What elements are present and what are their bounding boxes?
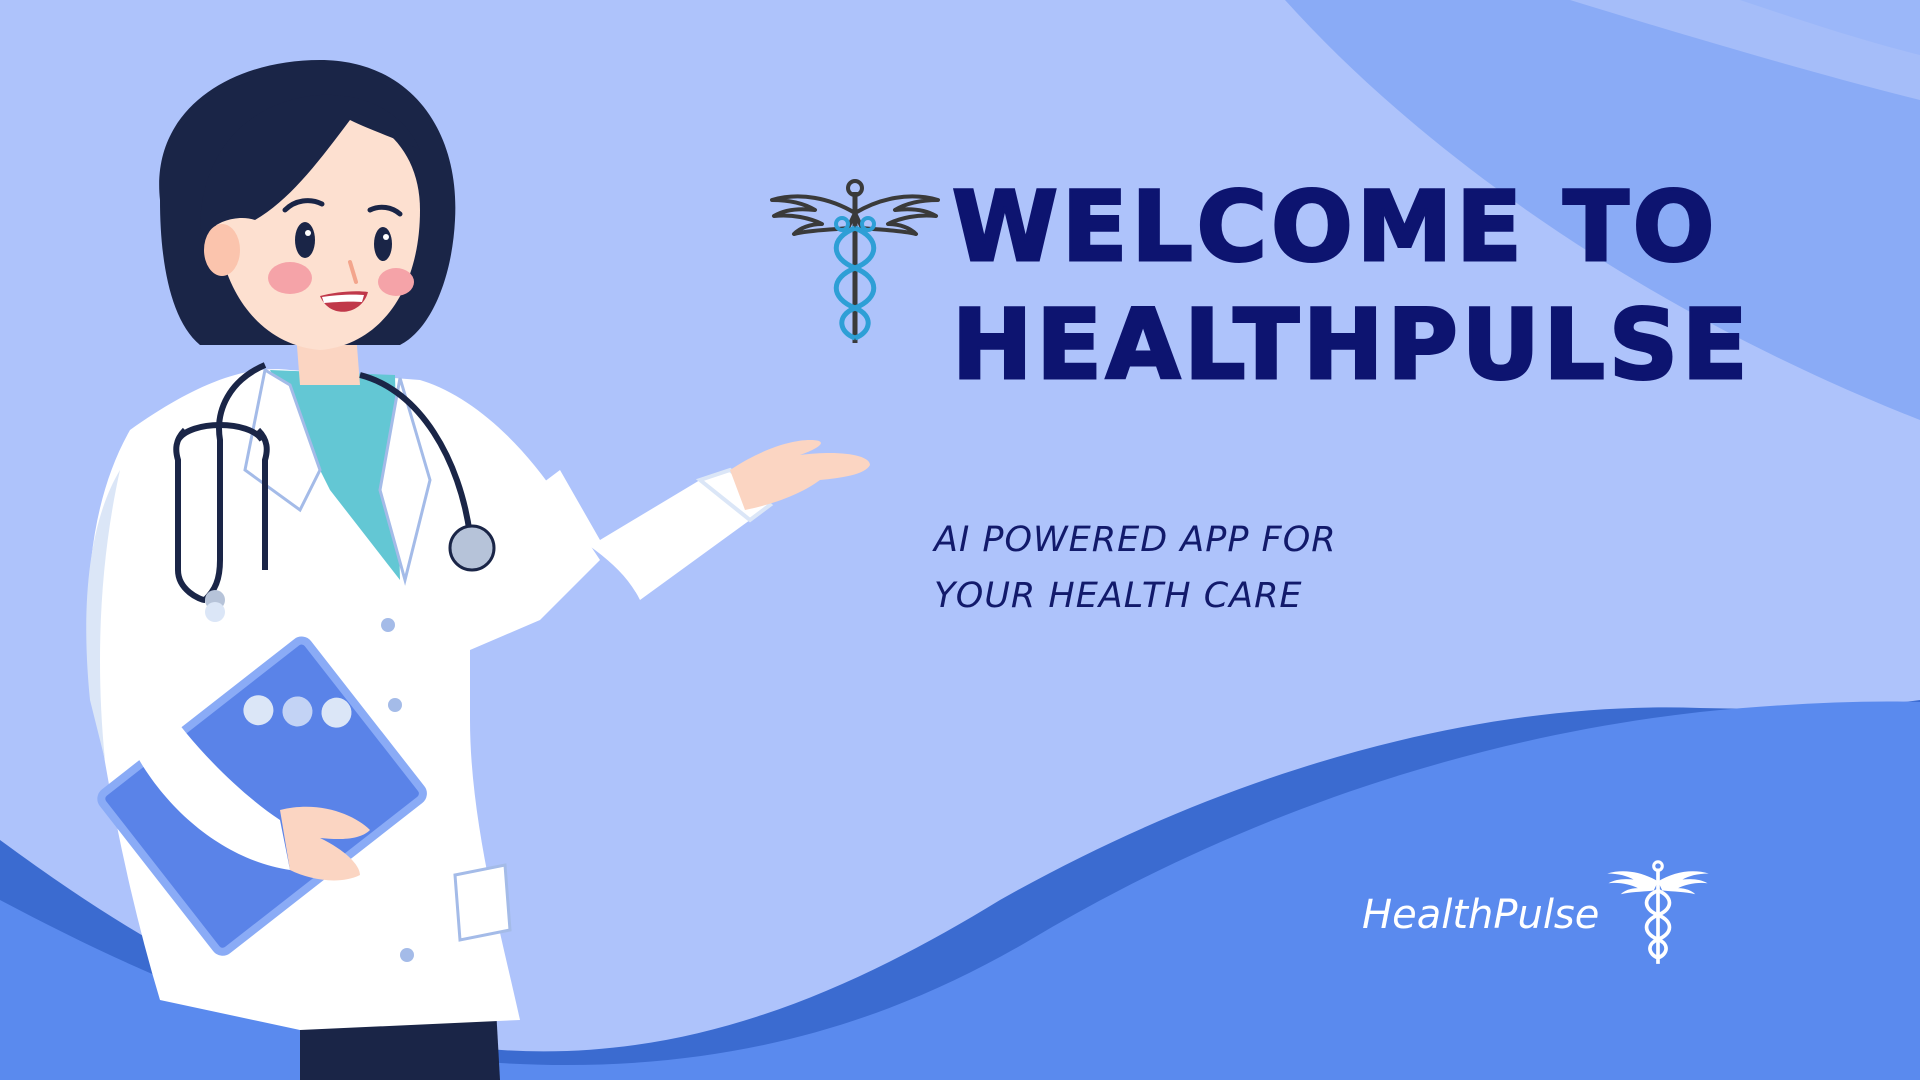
title-line-2: HEALTHPULSE [951, 288, 1752, 403]
doctor-hand-raised [730, 440, 870, 510]
brand-name: HealthPulse [1362, 892, 1600, 938]
caduceus-icon [770, 179, 940, 343]
subtitle-line-1: AI POWERED APP FOR [934, 520, 1337, 560]
caduceus-small-icon [1607, 860, 1710, 964]
brand-logo: HealthPulse [1362, 860, 1713, 970]
doctor-eye-left [295, 222, 315, 258]
doctor-eye-right [374, 227, 392, 261]
title-line-1: WELCOME TO [951, 170, 1719, 285]
subtitle-line-2: YOUR HEALTH CARE [934, 576, 1303, 616]
hero-subtitle: AI POWERED APP FOR YOUR HEALTH CARE [934, 512, 1337, 624]
stethoscope-chestpiece [448, 524, 496, 572]
hero-title: WELCOME TO HEALTHPULSE [951, 168, 1752, 404]
